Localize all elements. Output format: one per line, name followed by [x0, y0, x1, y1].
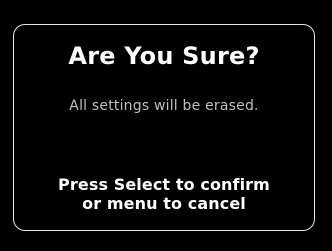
screen: Are You Sure? All settings will be erase…	[0, 0, 332, 251]
dialog-title: Are You Sure?	[68, 42, 260, 70]
confirm-dialog: Are You Sure? All settings will be erase…	[13, 24, 315, 231]
dialog-instructions: Press Select to confirm or menu to cance…	[14, 175, 314, 213]
instruction-line-1: Press Select to confirm	[58, 175, 270, 194]
dialog-message: All settings will be erased.	[69, 98, 259, 114]
instruction-line-2: or menu to cancel	[82, 194, 246, 214]
